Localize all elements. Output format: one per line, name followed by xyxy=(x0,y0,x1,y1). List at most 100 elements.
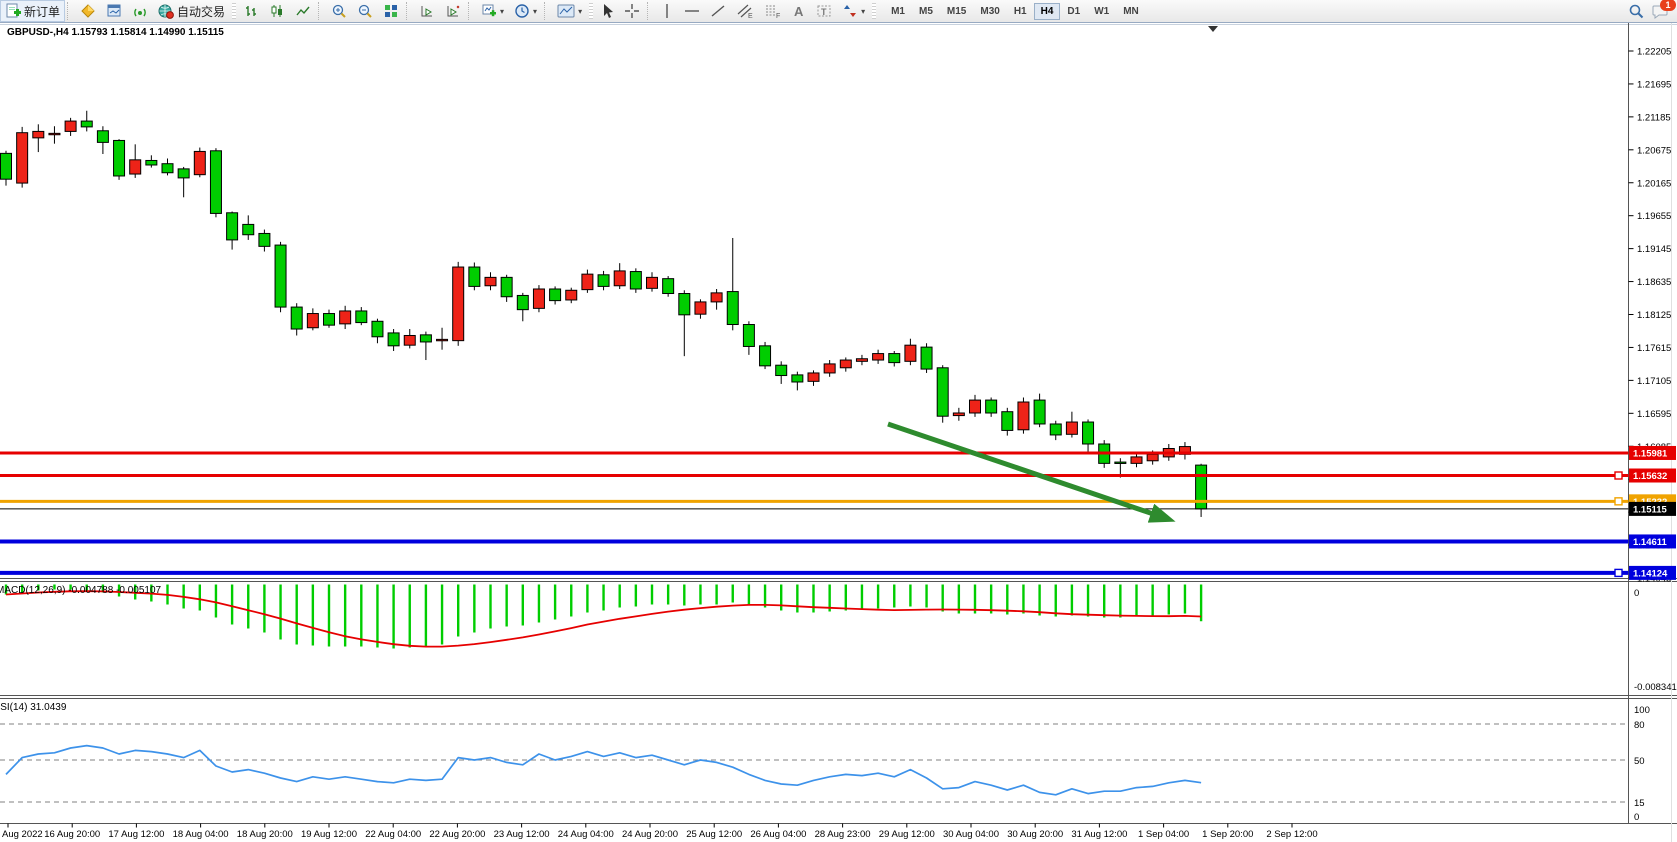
tile-windows-button[interactable] xyxy=(378,0,404,22)
time-tick-label: 25 Aug 12:00 xyxy=(686,829,742,840)
rsi-scale-label: 50 xyxy=(1634,756,1645,767)
zoom-in-button[interactable] xyxy=(326,0,352,22)
line-chart-button[interactable] xyxy=(290,0,316,22)
equidistant-channel-button[interactable]: E xyxy=(731,0,759,22)
templates-button[interactable]: ▾ xyxy=(552,0,587,22)
templates-icon xyxy=(557,3,575,19)
new-chart-icon xyxy=(481,3,497,19)
time-tick-label: 19 Aug 12:00 xyxy=(301,829,357,840)
mql-diamond-icon xyxy=(80,3,96,19)
zoom-in-icon xyxy=(331,3,347,19)
profiles-button[interactable]: ▾ xyxy=(509,0,542,22)
timeframe-h1[interactable]: H1 xyxy=(1007,3,1034,20)
timeframe-mn[interactable]: MN xyxy=(1116,3,1146,20)
horizontal-line-button[interactable] xyxy=(679,0,705,22)
time-tick-label: 16 Aug 20:00 xyxy=(44,829,100,840)
candle-body xyxy=(711,293,722,302)
autotrade-label: 自动交易 xyxy=(177,3,225,20)
price-tick-label: 1.18125 xyxy=(1637,310,1671,321)
autotrade-button[interactable]: 自动交易 xyxy=(153,0,230,22)
time-tick-label: 2 Sep 12:00 xyxy=(1266,829,1317,840)
dropdown-arrow-icon: ▾ xyxy=(861,7,865,16)
dropdown-arrow-icon: ▾ xyxy=(500,7,504,16)
tile-windows-icon xyxy=(383,3,399,19)
timeframe-d1[interactable]: D1 xyxy=(1060,3,1087,20)
price-tick-label: 1.19145 xyxy=(1637,244,1671,255)
candle-body xyxy=(194,151,205,174)
search-icon[interactable] xyxy=(1628,3,1644,19)
time-tick-label: 1 Sep 04:00 xyxy=(1138,829,1189,840)
price-chart[interactable]: 1.222051.216951.211851.206751.201651.196… xyxy=(0,0,1677,842)
toolbar-separator xyxy=(544,2,550,20)
svg-text:F: F xyxy=(776,13,780,19)
trend-arrow[interactable] xyxy=(888,424,1168,519)
price-tick-label: 1.20165 xyxy=(1637,178,1671,189)
fibonacci-button[interactable]: F xyxy=(759,0,787,22)
new-chart-button[interactable]: ▾ xyxy=(476,0,509,22)
timeframe-m1[interactable]: M1 xyxy=(884,3,912,20)
line-chart-icon xyxy=(295,3,311,19)
time-tick-label: 24 Aug 20:00 xyxy=(622,829,678,840)
rsi-scale-label: 80 xyxy=(1634,720,1645,731)
line-drag-handle[interactable] xyxy=(1615,498,1622,505)
chart-symbol-label: GBPUSD-,H4 1.15793 1.15814 1.14990 1.151… xyxy=(7,27,224,38)
candle-body xyxy=(178,169,189,178)
notifications-button[interactable]: 1 xyxy=(1652,3,1669,19)
candle-body xyxy=(404,335,415,345)
toolbar-separator xyxy=(318,2,324,20)
svg-text:E: E xyxy=(748,13,753,19)
timeframe-m15[interactable]: M15 xyxy=(940,3,973,20)
timeframe-h4[interactable]: H4 xyxy=(1034,3,1061,20)
candle-body xyxy=(1018,402,1029,430)
line-drag-handle[interactable] xyxy=(1615,472,1622,479)
timeframe-toolbar: M1M5M15M30H1H4D1W1MN xyxy=(884,0,1146,22)
price-tick-label: 1.17105 xyxy=(1637,376,1671,387)
candle-body xyxy=(679,294,690,315)
candle-body xyxy=(372,321,383,337)
timeframe-w1[interactable]: W1 xyxy=(1087,3,1116,20)
price-tick-label: 1.22205 xyxy=(1637,47,1671,58)
candle-body xyxy=(1,153,12,179)
candle-body xyxy=(49,133,60,134)
crosshair-button[interactable] xyxy=(619,0,645,22)
trendline-button[interactable] xyxy=(705,0,731,22)
time-tick-label: 30 Aug 20:00 xyxy=(1007,829,1063,840)
candle-body xyxy=(65,121,76,131)
market-watch-button[interactable] xyxy=(101,0,127,22)
zoom-out-button[interactable] xyxy=(352,0,378,22)
candle-body xyxy=(356,311,367,323)
mql-editor-button[interactable] xyxy=(75,0,101,22)
time-tick-label: 1 Sep 20:00 xyxy=(1202,829,1253,840)
rsi-indicator-label: RSI(14) 31.0439 xyxy=(0,702,66,713)
candle-body xyxy=(840,360,851,368)
signals-button[interactable] xyxy=(127,0,153,22)
new-order-icon xyxy=(5,3,21,19)
candle-body xyxy=(1115,462,1126,463)
price-badge-label: 1.15981 xyxy=(1633,448,1668,459)
price-badge-label: 1.15115 xyxy=(1633,504,1668,515)
new-order-button[interactable]: 新订单 xyxy=(0,0,65,22)
horizontal-line-icon xyxy=(684,3,700,19)
cursor-button[interactable] xyxy=(595,0,619,22)
new-order-label: 新订单 xyxy=(24,3,60,20)
vertical-line-button[interactable] xyxy=(655,0,679,22)
zoom-out-icon xyxy=(357,3,373,19)
text-button[interactable]: A xyxy=(787,0,811,22)
line-drag-handle[interactable] xyxy=(1615,569,1622,576)
candlestick-chart-button[interactable] xyxy=(264,0,290,22)
candle-body xyxy=(550,289,561,301)
chart-forward-button[interactable] xyxy=(440,0,466,22)
bar-chart-button[interactable] xyxy=(238,0,264,22)
text-icon: A xyxy=(792,3,806,19)
arrow-shapes-button[interactable]: ▾ xyxy=(837,0,870,22)
candle-body xyxy=(986,400,997,413)
chart-back-button[interactable] xyxy=(414,0,440,22)
candle-body xyxy=(17,133,28,183)
toolbar-grip xyxy=(232,3,236,19)
price-tick-label: 1.17615 xyxy=(1637,343,1671,354)
timeframe-m30[interactable]: M30 xyxy=(973,3,1006,20)
macd-indicator-label: MACD(12,26,9) -0.004788 -0.005107 xyxy=(0,585,161,596)
timeframe-m5[interactable]: M5 xyxy=(912,3,940,20)
text-label-button[interactable]: T xyxy=(811,0,837,22)
candle-body xyxy=(340,311,351,324)
